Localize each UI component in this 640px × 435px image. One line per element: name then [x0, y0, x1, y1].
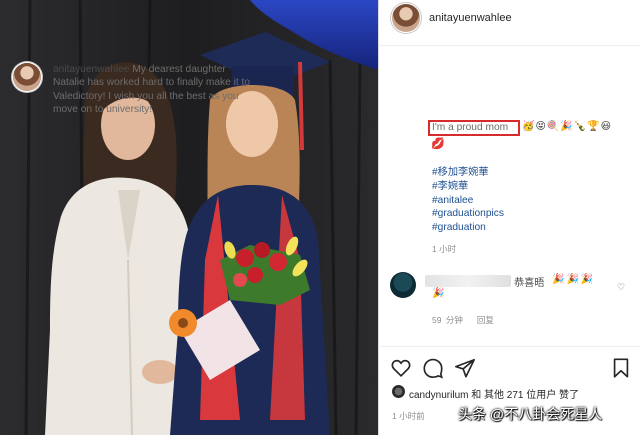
reply-link[interactable]: 回复	[477, 315, 494, 325]
commenter-avatar[interactable]	[390, 272, 416, 298]
author-username[interactable]: anitayuenwahlee	[429, 12, 512, 24]
blurred-username	[425, 275, 511, 287]
caption-username[interactable]: anitayuenwahlee	[53, 64, 129, 75]
caption-time: 1 小时	[432, 244, 457, 254]
action-bar	[378, 346, 640, 386]
watermark: 头条 @不八卦会死星人	[458, 406, 603, 422]
hashtag-list: #移加李婉華 #李婉華 #anitalee #graduationpics #g…	[432, 166, 504, 235]
hashtag[interactable]: #李婉華	[432, 180, 504, 194]
heart-icon[interactable]	[390, 357, 412, 379]
comment-emojis: 🎉🎉🎉	[552, 274, 596, 285]
share-icon[interactable]	[454, 357, 476, 379]
proud-text: I'm a proud mom	[432, 122, 509, 133]
post-time: 1 小时前	[392, 411, 425, 421]
comment-time: 59 分钟	[432, 315, 463, 325]
caption-avatar[interactable]	[13, 63, 41, 91]
hashtag[interactable]: #graduationpics	[432, 207, 504, 221]
likes-text: candynurilum 和 其他 271 位用户 赞了	[409, 390, 580, 401]
lips-emoji: 💋	[431, 138, 445, 150]
author-avatar[interactable]	[392, 4, 420, 32]
caption-emojis: 🥳😝🍭🎉🍾🏆😃	[522, 121, 613, 132]
comment-text: 恭喜晤	[514, 278, 545, 289]
comment-like-icon[interactable]: ♡	[617, 282, 625, 293]
liker-avatar	[392, 385, 405, 398]
comment-emojis-2: 🎉	[432, 288, 445, 299]
likes-line[interactable]: candynurilum 和 其他 271 位用户 赞了	[392, 385, 580, 401]
bookmark-icon[interactable]	[610, 357, 632, 379]
comment-icon[interactable]	[422, 357, 444, 379]
post-header: anitayuenwahlee	[379, 0, 640, 46]
hashtag[interactable]: #移加李婉華	[432, 166, 504, 180]
comment-meta: 59 分钟 回复	[432, 314, 494, 326]
hashtag[interactable]: #anitalee	[432, 194, 504, 208]
hashtag[interactable]: #graduation	[432, 221, 504, 235]
caption-text: anitayuenwahlee My dearest daughter Nata…	[53, 63, 258, 117]
